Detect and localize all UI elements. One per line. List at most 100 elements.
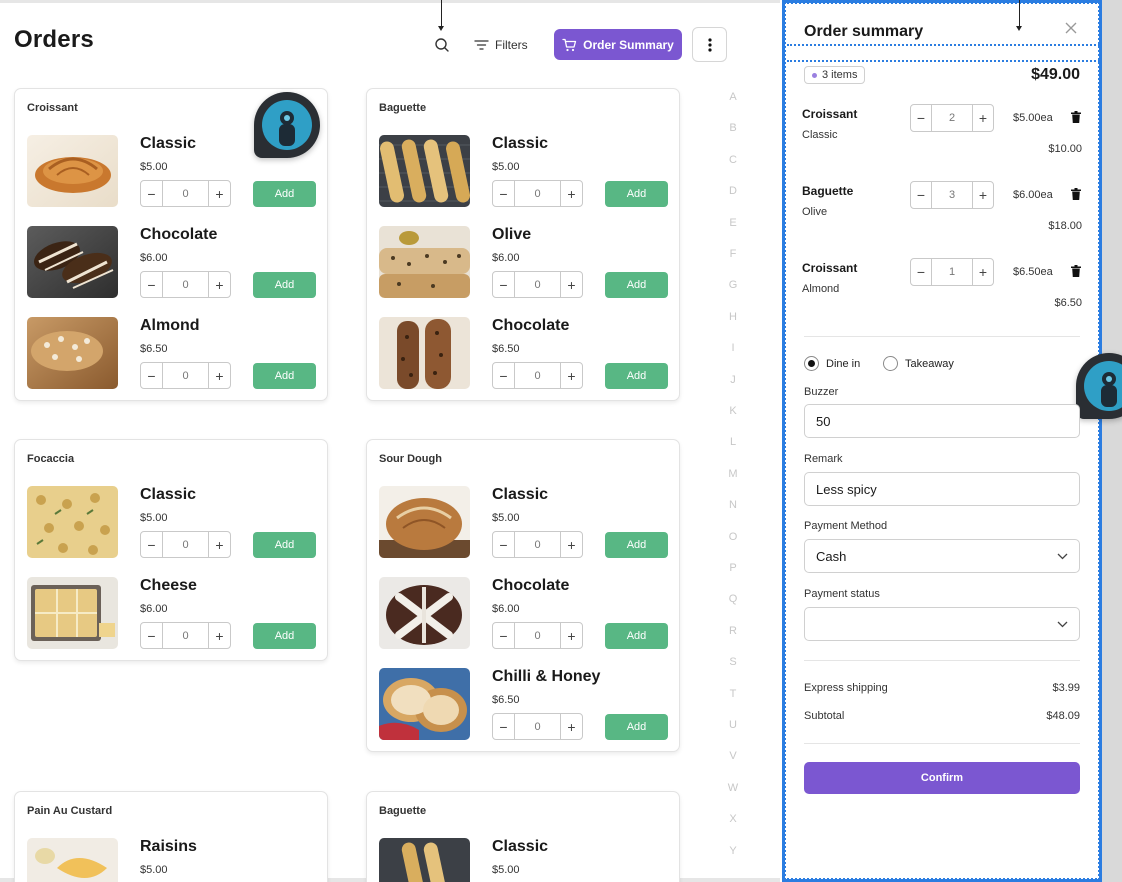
search-button[interactable] [428,32,456,58]
increment-button[interactable]: + [972,259,993,285]
alphabet-index-letter[interactable]: T [726,688,740,700]
trash-icon[interactable] [1071,188,1081,200]
quantity-stepper[interactable]: − 0 + [140,622,231,649]
alphabet-index-letter[interactable]: H [726,311,740,323]
alphabet-index-letter[interactable]: D [726,185,740,197]
alphabet-index-letter[interactable]: Q [726,593,740,605]
quantity-stepper[interactable]: − 2 + [910,104,994,132]
add-button[interactable]: Add [253,272,316,298]
add-button[interactable]: Add [253,532,316,558]
alphabet-index-letter[interactable]: L [726,436,740,448]
add-button[interactable]: Add [253,623,316,649]
radio-circle[interactable] [804,356,819,371]
alphabet-index-letter[interactable]: C [726,154,740,166]
quantity-stepper[interactable]: − 0 + [492,271,583,298]
quantity-stepper[interactable]: − 0 + [492,362,583,389]
window-scroll-gutter[interactable] [1102,0,1122,882]
quantity-value[interactable]: 0 [163,623,208,648]
decrement-button[interactable]: − [141,623,163,648]
alphabet-index-letter[interactable]: V [726,750,740,762]
quantity-value[interactable]: 0 [163,272,208,297]
decrement-button[interactable]: − [911,259,932,285]
increment-button[interactable]: + [560,532,582,557]
quantity-stepper[interactable]: − 0 + [140,362,231,389]
decrement-button[interactable]: − [493,363,515,388]
quantity-value[interactable]: 0 [515,363,560,388]
dine-in-radio[interactable]: Dine in [804,356,860,371]
decrement-button[interactable]: − [493,714,515,739]
quantity-stepper[interactable]: − 1 + [910,258,994,286]
decrement-button[interactable]: − [493,623,515,648]
decrement-button[interactable]: − [493,532,515,557]
quantity-value[interactable]: 0 [163,532,208,557]
quantity-value[interactable]: 2 [932,105,972,131]
confirm-button[interactable]: Confirm [804,762,1080,794]
quantity-stepper[interactable]: − 0 + [492,180,583,207]
quantity-stepper[interactable]: − 0 + [492,713,583,740]
decrement-button[interactable]: − [141,181,163,206]
buzzer-input[interactable]: 50 [804,404,1080,438]
decrement-button[interactable]: − [911,182,932,208]
add-button[interactable]: Add [253,181,316,207]
increment-button[interactable]: + [560,363,582,388]
trash-icon[interactable] [1071,265,1081,277]
radio-circle[interactable] [883,356,898,371]
quantity-stepper[interactable]: − 3 + [910,181,994,209]
increment-button[interactable]: + [208,532,230,557]
decrement-button[interactable]: − [493,272,515,297]
takeaway-radio[interactable]: Takeaway [883,356,954,371]
alphabet-index-letter[interactable]: X [726,813,740,825]
alphabet-index-letter[interactable]: E [726,217,740,229]
quantity-value[interactable]: 3 [932,182,972,208]
quantity-value[interactable]: 1 [932,259,972,285]
user-avatar[interactable] [254,92,320,158]
add-button[interactable]: Add [605,272,668,298]
increment-button[interactable]: + [208,272,230,297]
close-button[interactable] [1062,19,1080,37]
increment-button[interactable]: + [208,623,230,648]
quantity-stepper[interactable]: − 0 + [140,180,231,207]
increment-button[interactable]: + [208,363,230,388]
order-summary-button[interactable]: Order Summary [554,29,682,60]
alphabet-index-letter[interactable]: R [726,625,740,637]
quantity-value[interactable]: 0 [163,363,208,388]
alphabet-index-letter[interactable]: U [726,719,740,731]
increment-button[interactable]: + [560,181,582,206]
remark-input[interactable]: Less spicy [804,472,1080,506]
payment-status-select[interactable] [804,607,1080,641]
quantity-value[interactable]: 0 [515,714,560,739]
increment-button[interactable]: + [560,714,582,739]
trash-icon[interactable] [1071,111,1081,123]
quantity-stepper[interactable]: − 0 + [140,271,231,298]
alphabet-index-letter[interactable]: P [726,562,740,574]
increment-button[interactable]: + [972,105,993,131]
increment-button[interactable]: + [560,272,582,297]
alphabet-index-letter[interactable]: W [726,782,740,794]
alphabet-index-letter[interactable]: G [726,279,740,291]
more-options-button[interactable] [692,27,727,62]
quantity-stepper[interactable]: − 0 + [492,531,583,558]
alphabet-index-letter[interactable]: A [726,91,740,103]
quantity-value[interactable]: 0 [515,532,560,557]
increment-button[interactable]: + [208,181,230,206]
quantity-stepper[interactable]: − 0 + [140,531,231,558]
alphabet-index-letter[interactable]: N [726,499,740,511]
add-button[interactable]: Add [605,181,668,207]
alphabet-index-letter[interactable]: K [726,405,740,417]
quantity-value[interactable]: 0 [163,181,208,206]
decrement-button[interactable]: − [493,181,515,206]
alphabet-index-letter[interactable]: O [726,531,740,543]
alphabet-index-letter[interactable]: I [726,342,740,354]
alphabet-index-letter[interactable]: S [726,656,740,668]
decrement-button[interactable]: − [911,105,932,131]
alphabet-index-letter[interactable]: J [726,374,740,386]
alphabet-index-letter[interactable]: Y [726,845,740,857]
decrement-button[interactable]: − [141,532,163,557]
filters-button[interactable]: Filters [474,32,528,58]
alphabet-index-letter[interactable]: M [726,468,740,480]
payment-method-select[interactable]: Cash [804,539,1080,573]
add-button[interactable]: Add [253,363,316,389]
increment-button[interactable]: + [972,182,993,208]
quantity-value[interactable]: 0 [515,181,560,206]
decrement-button[interactable]: − [141,272,163,297]
